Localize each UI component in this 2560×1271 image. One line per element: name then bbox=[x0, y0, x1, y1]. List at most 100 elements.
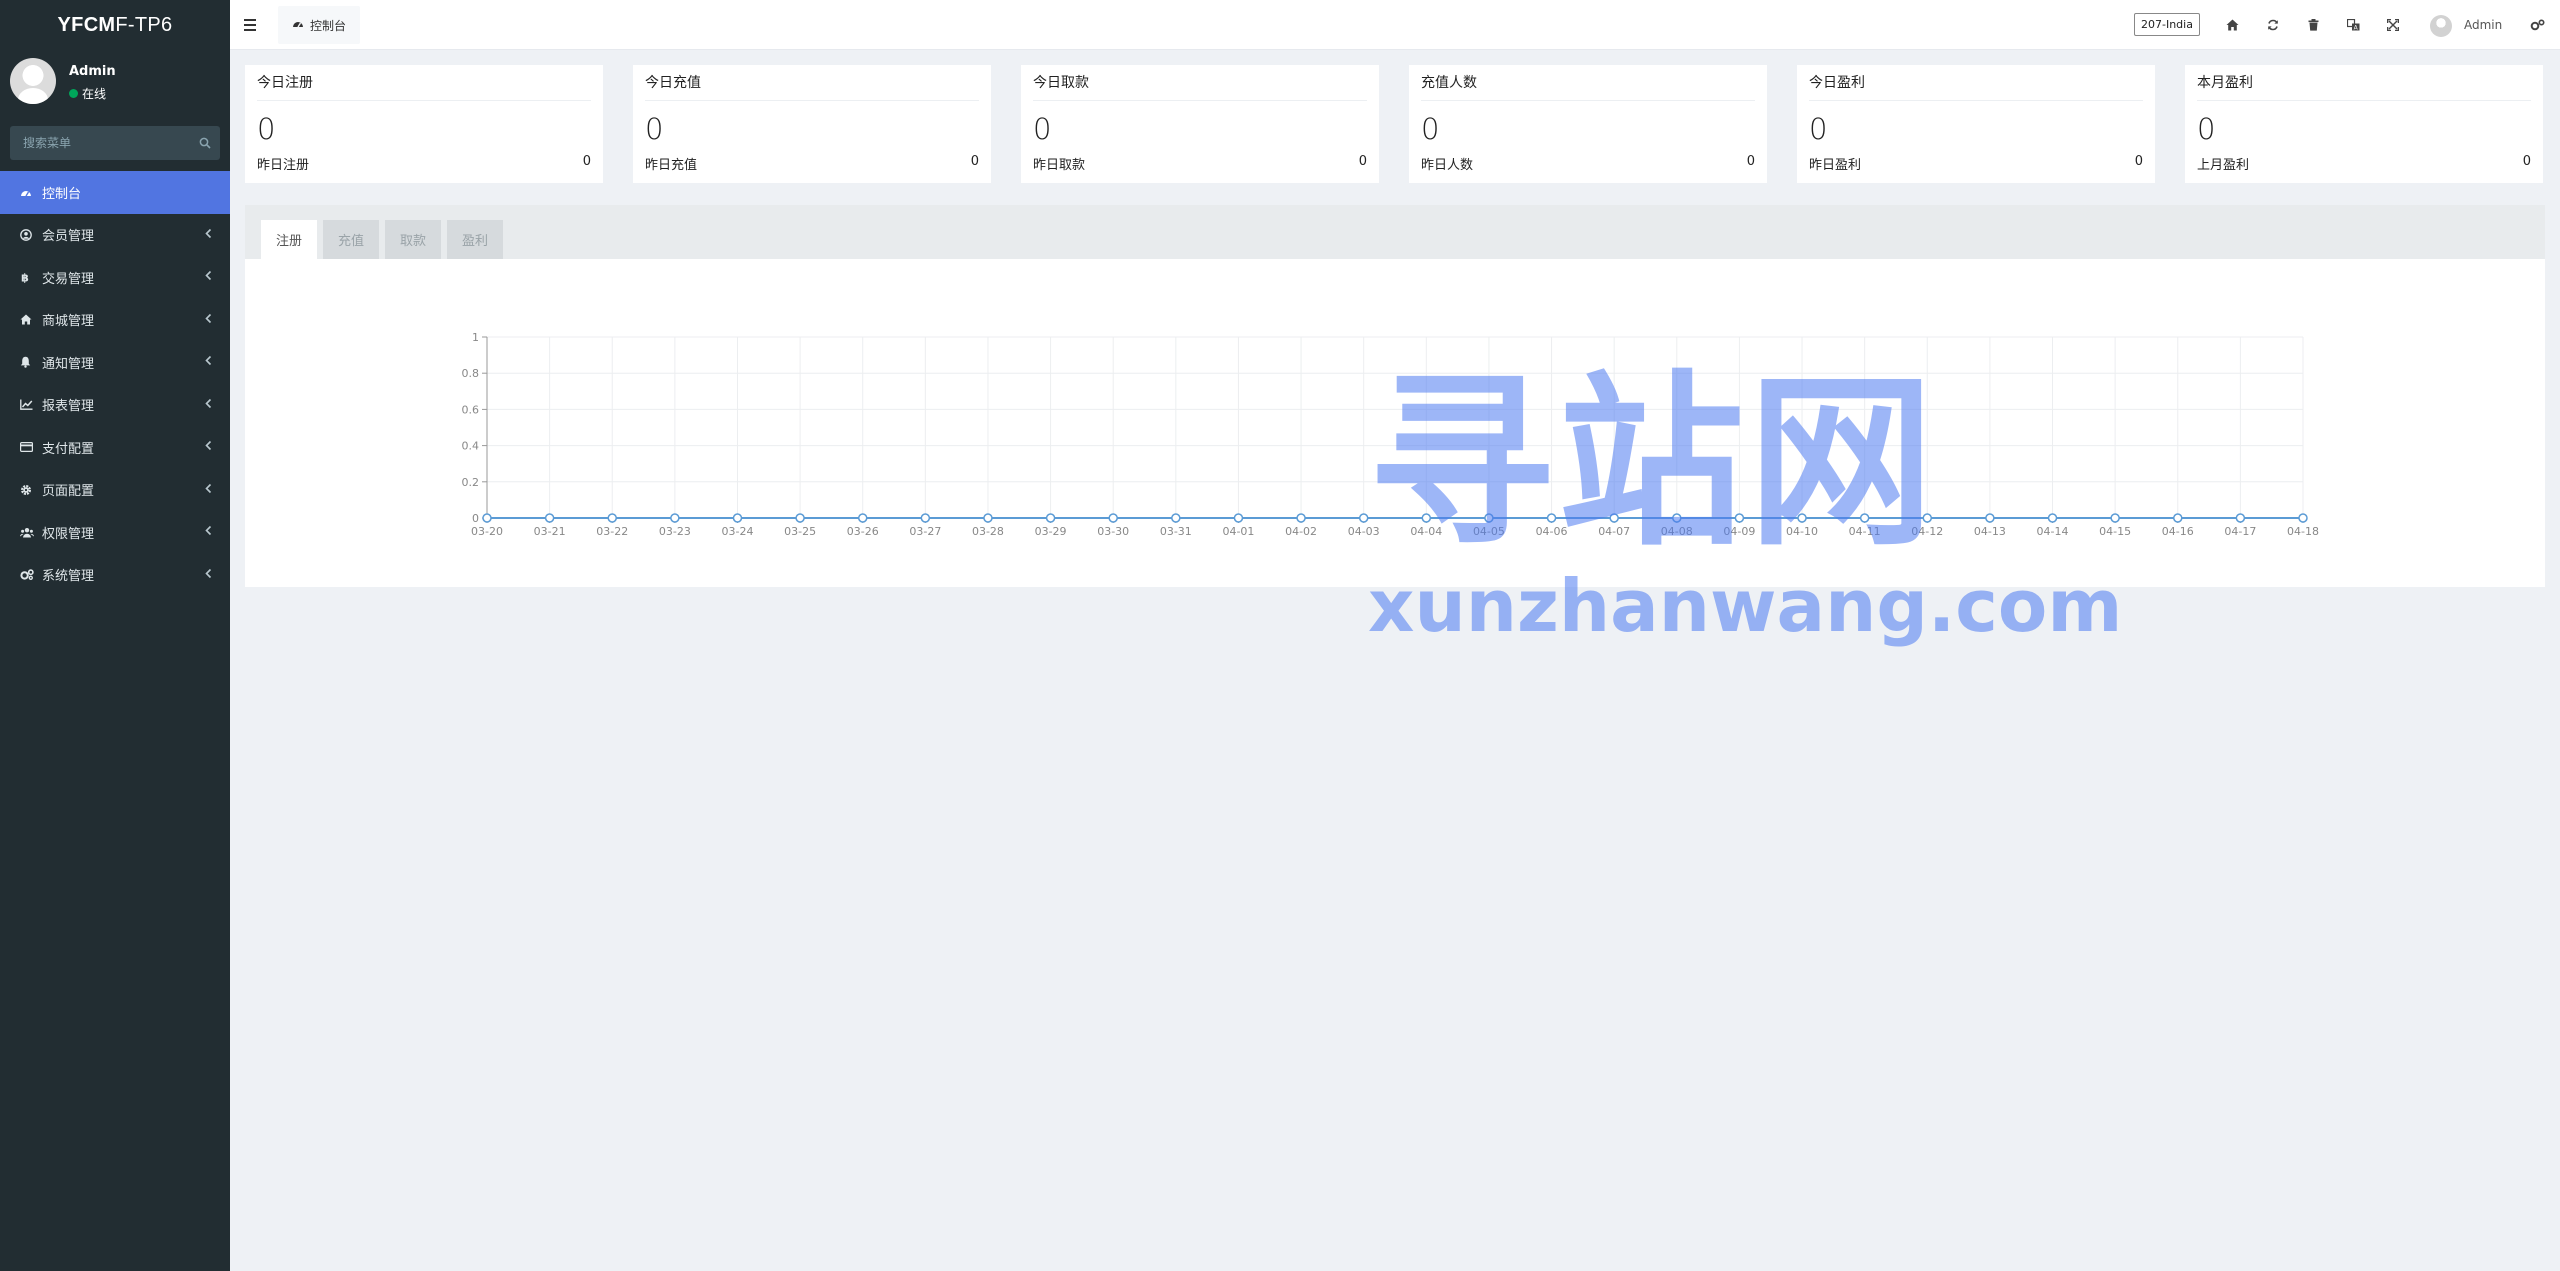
translate-icon[interactable]: A bbox=[2343, 14, 2363, 36]
chevron-left-icon bbox=[205, 227, 212, 242]
sidebar-item-2[interactable]: 会员管理 bbox=[0, 214, 230, 257]
x-tick-label: 04-16 bbox=[2162, 525, 2194, 538]
sidebar-item-9[interactable]: 权限管理 bbox=[0, 511, 230, 554]
y-tick-label: 1 bbox=[472, 331, 479, 344]
x-tick-label: 03-30 bbox=[1097, 525, 1129, 538]
user-menu-name[interactable]: Admin bbox=[2464, 18, 2502, 32]
stat-sub-label: 昨日盈利 bbox=[1809, 158, 1862, 173]
data-point bbox=[1797, 513, 1807, 523]
fullscreen-icon[interactable] bbox=[2383, 14, 2403, 36]
stat-sub-value: 0 bbox=[582, 154, 591, 169]
x-tick-label: 03-29 bbox=[1035, 525, 1067, 538]
data-point bbox=[1171, 513, 1181, 523]
x-tick-label: 03-23 bbox=[659, 525, 691, 538]
x-tick-label: 03-31 bbox=[1160, 525, 1192, 538]
tab-1[interactable]: 注册 bbox=[261, 220, 317, 259]
bitcoin-icon: ฿ bbox=[20, 271, 42, 284]
sidebar-item-label: 页面配置 bbox=[42, 484, 95, 500]
line-chart-icon bbox=[20, 399, 42, 411]
chevron-left-icon bbox=[205, 312, 212, 327]
tab-3[interactable]: 取款 bbox=[385, 220, 441, 259]
language-select-button[interactable]: 207-India bbox=[2134, 13, 2200, 36]
sidebar-item-label: 控制台 bbox=[42, 186, 82, 202]
stat-sub-label: 上月盈利 bbox=[2197, 158, 2250, 173]
y-tick-label: 0.6 bbox=[462, 403, 480, 416]
home-icon[interactable] bbox=[2222, 14, 2242, 36]
hamburger-menu-icon[interactable] bbox=[244, 16, 262, 34]
sidebar-item-label: 报表管理 bbox=[42, 399, 95, 415]
stat-sub-value: 0 bbox=[2134, 154, 2143, 169]
data-point bbox=[1358, 513, 1369, 523]
data-point bbox=[544, 513, 555, 523]
data-point bbox=[857, 513, 868, 523]
data-point bbox=[2110, 513, 2120, 523]
menu-search-input[interactable] bbox=[10, 136, 190, 150]
sidebar-item-6[interactable]: 报表管理 bbox=[0, 384, 230, 427]
x-tick-label: 04-08 bbox=[1661, 525, 1693, 538]
data-point bbox=[2173, 513, 2183, 523]
dashboard-icon bbox=[20, 187, 42, 198]
sidebar-item-3[interactable]: ฿ 交易管理 bbox=[0, 256, 230, 299]
sidebar-item-8[interactable]: 页面配置 bbox=[0, 469, 230, 512]
tab-4[interactable]: 盈利 bbox=[447, 220, 503, 259]
x-tick-label: 04-12 bbox=[1911, 525, 1943, 538]
data-point bbox=[670, 513, 680, 523]
data-point bbox=[2047, 513, 2058, 523]
stat-value: 0 bbox=[2197, 112, 2216, 146]
stat-value: 0 bbox=[1033, 112, 1052, 146]
y-tick-label: 0.2 bbox=[462, 476, 480, 489]
refresh-icon[interactable] bbox=[2263, 14, 2283, 36]
credit-card-icon bbox=[20, 442, 42, 453]
stat-title: 今日充值 bbox=[645, 65, 979, 101]
stat-footer: 昨日取款 0 bbox=[1033, 154, 1367, 173]
data-point bbox=[482, 513, 492, 523]
sidebar-item-label: 权限管理 bbox=[42, 526, 95, 542]
stat-card: 今日注册 0 昨日注册 0 bbox=[245, 65, 603, 183]
sidebar-item-5[interactable]: 通知管理 bbox=[0, 341, 230, 384]
data-point bbox=[1296, 513, 1306, 523]
svg-text:฿: ฿ bbox=[21, 272, 29, 284]
settings-icon[interactable] bbox=[2526, 14, 2548, 36]
stat-sub-value: 0 bbox=[2522, 154, 2531, 169]
trash-icon[interactable] bbox=[2303, 14, 2323, 36]
sidebar-item-7[interactable]: 支付配置 bbox=[0, 426, 230, 469]
sidebar-item-10[interactable]: 系统管理 bbox=[0, 554, 230, 597]
data-point bbox=[1108, 513, 1118, 523]
stat-title: 今日盈利 bbox=[1809, 65, 2143, 101]
x-tick-label: 04-09 bbox=[1723, 525, 1755, 538]
data-point bbox=[607, 513, 617, 523]
brand-logo[interactable]: YFCMF-TP6 bbox=[0, 0, 230, 50]
x-tick-label: 03-24 bbox=[721, 525, 753, 538]
data-point bbox=[1609, 513, 1619, 523]
y-tick-label: 0.8 bbox=[462, 367, 480, 380]
gear-icon bbox=[20, 484, 42, 496]
chevron-left-icon bbox=[205, 567, 212, 582]
tab-2[interactable]: 充值 bbox=[323, 220, 379, 259]
data-point bbox=[1734, 513, 1745, 523]
sidebar-item-label: 通知管理 bbox=[42, 356, 95, 372]
stat-sub-label: 昨日充值 bbox=[645, 158, 698, 173]
stat-sub-label: 昨日注册 bbox=[257, 158, 310, 173]
dashboard-icon bbox=[292, 18, 304, 32]
tab-dashboard[interactable]: 控制台 bbox=[278, 6, 361, 44]
stat-sub-value: 0 bbox=[1746, 154, 1755, 169]
stat-title: 今日取款 bbox=[1033, 65, 1367, 101]
user-status: 在线 bbox=[69, 85, 106, 102]
stat-value: 0 bbox=[257, 112, 276, 146]
data-point bbox=[1421, 513, 1432, 523]
stat-title: 本月盈利 bbox=[2197, 65, 2531, 101]
sidebar-item-1[interactable]: 控制台 bbox=[0, 171, 230, 214]
stat-title: 今日注册 bbox=[257, 65, 591, 101]
sidebar-item-4[interactable]: 商城管理 bbox=[0, 299, 230, 342]
x-tick-label: 04-01 bbox=[1222, 525, 1254, 538]
sidebar-item-label: 交易管理 bbox=[42, 271, 95, 287]
data-point bbox=[1985, 513, 1995, 523]
user-avatar[interactable] bbox=[2430, 15, 2452, 37]
sidebar-item-label: 会员管理 bbox=[42, 229, 95, 245]
tab-dashboard-label: 控制台 bbox=[310, 18, 347, 33]
chevron-left-icon bbox=[205, 440, 212, 455]
chart-tabs: 注册 充值 取款 盈利 bbox=[245, 205, 2545, 259]
data-point bbox=[1859, 513, 1870, 523]
stat-value: 0 bbox=[645, 112, 664, 146]
search-icon[interactable] bbox=[190, 137, 220, 149]
